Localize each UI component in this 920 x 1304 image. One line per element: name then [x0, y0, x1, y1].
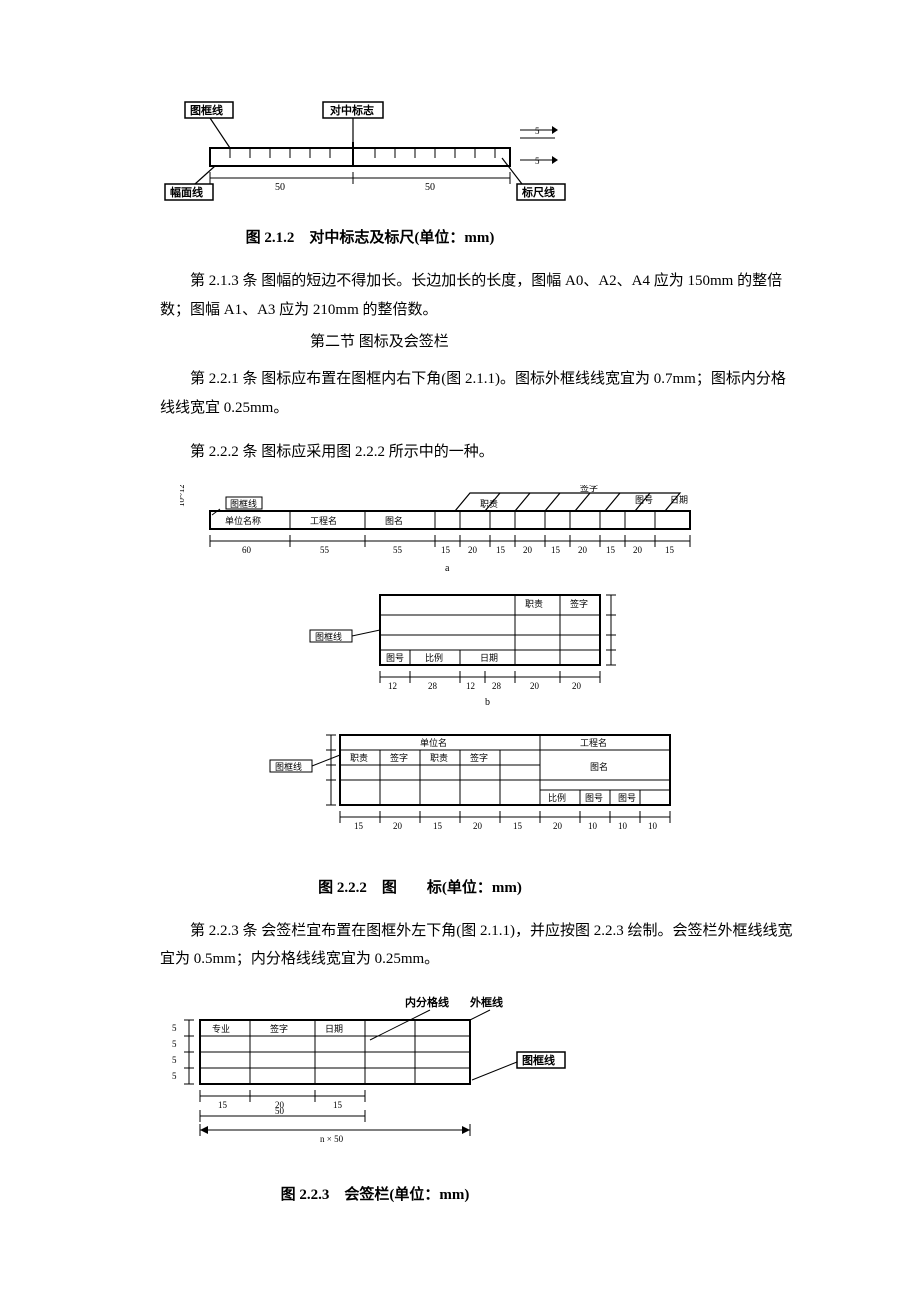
figure-2-1-2-caption: 图 2.1.2 对中标志及标尺(单位：mm) [160, 226, 580, 247]
figure-2-1-2: 图框线 对中标志 5 [160, 100, 800, 247]
dim-b5: 20 [572, 681, 582, 691]
label-frame-c: 图框线 [275, 761, 302, 772]
h-223-1: 签字 [270, 1023, 288, 1034]
label-num: 图号 [635, 495, 653, 505]
figure-2-2-3-drawing: 内分格线 外框线 专业 签字 日期 图框 [160, 992, 590, 1177]
dim-a0: 60 [242, 545, 252, 555]
dim-b3: 28 [492, 681, 502, 691]
dim-a3: 15 [441, 545, 451, 555]
dim-a4: 20 [468, 545, 478, 555]
rd-1: 5 [172, 1039, 177, 1049]
paragraph-2-2-3: 第 2.2.3 条 会签栏宜布置在图框外左下角(图 2.1.1)，并应按图 2.… [160, 917, 800, 974]
dim-total2: n × 50 [320, 1134, 344, 1144]
dim-c0: 15 [354, 821, 364, 831]
dim-a9: 15 [606, 545, 616, 555]
label-frame-line: 图框线 [190, 103, 223, 117]
r-c0: 工程名 [580, 737, 607, 748]
label-inner-grid: 内分格线 [405, 995, 449, 1009]
dim-a7: 15 [551, 545, 561, 555]
dim-b1: 28 [428, 681, 438, 691]
h-223-2: 日期 [325, 1024, 343, 1034]
label-drawing: 图名 [385, 515, 403, 526]
section-2-title: 第二节 图标及会签栏 [310, 330, 800, 351]
fig222-variant-a: 10~12 签字 图号 日期 职责 [180, 485, 690, 574]
dim-c3: 20 [473, 821, 483, 831]
h-c2: 职责 [430, 752, 448, 763]
h-c3: 签字 [470, 752, 488, 763]
label-frame-223: 图框线 [522, 1053, 555, 1067]
dim-a8: 20 [578, 545, 588, 555]
dim-tick-top: 5 [535, 126, 540, 136]
dim-d0: 15 [218, 1100, 228, 1110]
dim-c2: 15 [433, 821, 443, 831]
dim-50-left: 50 [275, 182, 285, 193]
dim-50-right: 50 [425, 182, 435, 193]
figure-2-2-2-caption: 图 2.2.2 图 标(单位：mm) [160, 876, 680, 897]
dim-tick-bottom: 5 [535, 156, 540, 166]
label-unit-c: 单位名 [420, 737, 447, 748]
figure-2-2-3: 内分格线 外框线 专业 签字 日期 图框 [160, 992, 800, 1204]
paragraph-2-2-1: 第 2.2.1 条 图标应布置在图框内右下角(图 2.1.1)。图标外框线线宽宜… [160, 365, 800, 422]
figure-2-2-3-caption: 图 2.2.3 会签栏(单位：mm) [160, 1183, 590, 1204]
dim-a1: 55 [320, 545, 330, 555]
dim-total1: 50 [275, 1106, 285, 1116]
r-c3: 图号 [585, 793, 603, 803]
label-role: 职责 [480, 498, 498, 509]
h-223-0: 专业 [212, 1023, 230, 1034]
dim-c1: 20 [393, 821, 403, 831]
label-ruler-line: 标尺线 [521, 185, 555, 199]
r-c2: 比例 [548, 792, 566, 803]
fig222-variant-c: 单位名 职责 签字 职责 签字 工程名 图名 比例 图号 图号 图框线 [270, 735, 670, 831]
cell-scale: 比例 [425, 652, 443, 663]
dim-a11: 15 [665, 545, 675, 555]
dim-c5: 20 [553, 821, 563, 831]
dim-b4: 20 [530, 681, 540, 691]
label-date: 日期 [670, 495, 688, 505]
label-frame-b: 图框线 [315, 631, 342, 642]
label-paper-line: 幅面线 [170, 185, 203, 199]
label-outer-frame: 外框线 [469, 995, 503, 1009]
label-unit: 单位名称 [225, 515, 261, 526]
r-c4: 图号 [618, 793, 636, 803]
document-page: 图框线 对中标志 5 [0, 0, 920, 1304]
rd-0: 5 [172, 1023, 177, 1033]
dim-c4: 15 [513, 821, 523, 831]
fig222-variant-b: 职责 签字 图号 比例 日期 图框线 12 28 12 28 20 [310, 595, 616, 708]
dim-a6: 20 [523, 545, 533, 555]
h-c1: 签字 [390, 752, 408, 763]
dim-b2: 12 [466, 681, 475, 691]
cell-date: 日期 [480, 653, 498, 663]
label-sig: 签字 [580, 485, 598, 493]
dim-a2: 55 [393, 545, 403, 555]
dim-c8: 10 [648, 821, 658, 831]
dim-d2: 15 [333, 1100, 343, 1110]
dim-c7: 10 [618, 821, 628, 831]
paragraph-2-2-2: 第 2.2.2 条 图标应采用图 2.2.2 所示中的一种。 [160, 438, 800, 467]
figure-2-2-2: 10~12 签字 图号 日期 职责 [160, 485, 800, 897]
label-frame: 图框线 [230, 498, 257, 509]
rd-3: 5 [172, 1071, 177, 1081]
r-c1: 图名 [590, 761, 608, 772]
paragraph-2-1-3: 第 2.1.3 条 图幅的短边不得加长。长边加长的长度，图幅 A0、A2、A4 … [160, 267, 800, 324]
letter-a: a [445, 563, 450, 574]
dim-h: 10~12 [180, 485, 186, 507]
cell-role: 职责 [525, 598, 543, 609]
letter-b: b [485, 697, 490, 708]
cell-num: 图号 [386, 653, 404, 663]
figure-2-2-2-drawing: 10~12 签字 图号 日期 职责 [180, 485, 700, 870]
cell-sig: 签字 [570, 598, 588, 609]
label-center-mark: 对中标志 [330, 103, 374, 117]
dim-b0: 12 [388, 681, 397, 691]
dim-c6: 10 [588, 821, 598, 831]
dim-a5: 15 [496, 545, 506, 555]
h-c0: 职责 [350, 752, 368, 763]
label-proj: 工程名 [310, 515, 337, 526]
figure-2-1-2-drawing: 图框线 对中标志 5 [160, 100, 580, 220]
rd-2: 5 [172, 1055, 177, 1065]
dim-a10: 20 [633, 545, 643, 555]
